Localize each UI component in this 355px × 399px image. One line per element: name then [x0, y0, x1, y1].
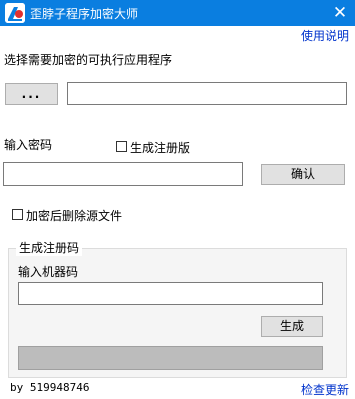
select-program-label: 选择需要加密的可执行应用程序	[4, 53, 173, 67]
register-code-output	[18, 346, 323, 370]
password-input[interactable]	[3, 162, 243, 186]
generate-button[interactable]: 生成	[261, 316, 323, 337]
browse-button[interactable]: ...	[5, 83, 58, 105]
password-label: 输入密码	[4, 138, 53, 152]
app-icon	[5, 3, 25, 23]
browse-button-label: ...	[21, 87, 42, 101]
register-version-label: 生成注册版	[130, 141, 191, 155]
window-title: 歪脖子程序加密大师	[30, 7, 139, 21]
author-label: by 519948746	[10, 381, 90, 394]
confirm-button-label: 确认	[290, 167, 315, 181]
generate-button-label: 生成	[279, 319, 304, 333]
close-icon: ✕	[332, 3, 348, 23]
check-update-link[interactable]: 检查更新	[301, 381, 349, 398]
register-version-checkbox[interactable]	[116, 141, 127, 152]
delete-source-checkbox[interactable]	[12, 209, 23, 220]
title-bar: 歪脖子程序加密大师 ✕	[0, 0, 355, 26]
close-button[interactable]: ✕	[329, 1, 351, 25]
program-path-input[interactable]	[67, 82, 347, 105]
register-code-group-title: 生成注册码	[16, 239, 83, 256]
confirm-button[interactable]: 确认	[261, 164, 345, 185]
delete-source-label: 加密后删除源文件	[26, 209, 123, 223]
machine-code-input[interactable]	[18, 282, 323, 305]
machine-code-label: 输入机器码	[18, 265, 79, 279]
help-link[interactable]: 使用说明	[301, 27, 349, 44]
